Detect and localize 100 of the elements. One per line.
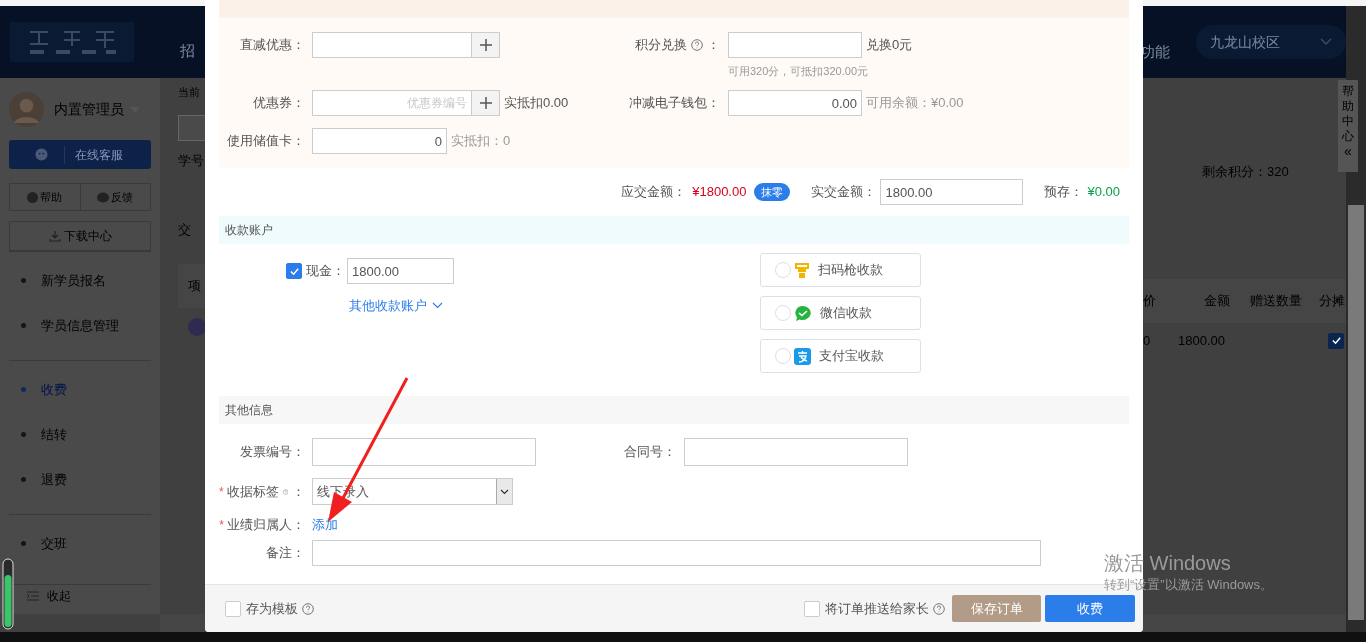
check-icon bbox=[288, 265, 300, 277]
section-title: 收款账户 bbox=[225, 222, 273, 239]
field-label: 使用储值卡： bbox=[226, 132, 305, 151]
required-mark: * bbox=[219, 517, 224, 534]
tab[interactable]: 交 bbox=[178, 220, 205, 240]
invoice-field[interactable] bbox=[312, 438, 536, 466]
remaining-points: 剩余积分：320 bbox=[1202, 163, 1290, 181]
option-label: 扫码枪收款 bbox=[818, 261, 883, 280]
chevron-down-icon bbox=[1320, 38, 1332, 46]
template-checkbox[interactable] bbox=[225, 600, 241, 617]
check-icon bbox=[1330, 335, 1342, 346]
help-center-tab[interactable]: 帮助中心 « bbox=[1338, 80, 1358, 172]
field-label: 发票编号： bbox=[239, 443, 305, 462]
stored-card-field[interactable]: 0 bbox=[312, 128, 447, 154]
prepay-amount: ¥0.00 bbox=[1087, 183, 1120, 202]
field-label: 积分兑换 bbox=[635, 36, 687, 55]
payment-option[interactable]: 支付宝收款 bbox=[760, 339, 921, 373]
menu-item[interactable]: 交班 bbox=[9, 521, 151, 566]
feedback-button[interactable]: 反馈 bbox=[80, 184, 150, 210]
round-off-button[interactable]: 抹零 bbox=[754, 183, 791, 201]
help-icon[interactable] bbox=[691, 39, 703, 51]
exchange-text: 兑换0元 bbox=[866, 36, 913, 55]
table-cell-text: 1800.00 bbox=[1178, 331, 1225, 350]
other-accounts-link[interactable]: 其他收款账户 bbox=[349, 296, 443, 316]
column-header: 分摊 bbox=[1318, 291, 1345, 310]
level-meter-icon bbox=[2, 558, 14, 630]
face-icon bbox=[35, 148, 48, 161]
payment-option[interactable]: 微信收款 bbox=[760, 296, 921, 330]
collapse-button[interactable]: 收起 bbox=[27, 586, 71, 605]
add-button[interactable] bbox=[472, 32, 500, 58]
download-center-button[interactable]: 下载中心 bbox=[9, 221, 151, 251]
push-checkbox[interactable] bbox=[804, 600, 820, 617]
course-icon bbox=[188, 317, 205, 336]
points-hint: 可用320分，可抵扣320.00元 bbox=[728, 64, 869, 77]
menu-item[interactable]: 结转 bbox=[9, 412, 151, 457]
plus-icon bbox=[478, 38, 493, 52]
field-label: ： bbox=[292, 482, 305, 501]
avatar bbox=[9, 92, 44, 127]
remark-field[interactable] bbox=[312, 540, 1041, 566]
field-label: 学号 bbox=[178, 151, 205, 170]
balance-text: 可用余额：¥0.00 bbox=[866, 94, 964, 113]
deduction-text: 实抵扣：0 bbox=[451, 132, 511, 151]
cash-checkbox[interactable] bbox=[286, 263, 302, 279]
field-label: 业绩归属人： bbox=[227, 516, 305, 535]
menu-item[interactable]: 退费 bbox=[9, 457, 151, 502]
download-icon bbox=[48, 230, 61, 242]
column-header: 价 bbox=[1143, 291, 1157, 310]
field-label: 合同号： bbox=[623, 443, 676, 462]
menu-item[interactable]: 收费 bbox=[9, 367, 151, 412]
field-label: 现金： bbox=[306, 262, 345, 281]
menu-item[interactable]: 新学员报名 bbox=[9, 258, 151, 303]
nav-item[interactable]: 招 bbox=[180, 39, 195, 63]
due-amount: ¥1800.00 bbox=[692, 183, 747, 202]
save-order-button[interactable]: 保存订单 bbox=[952, 595, 1041, 622]
help-icon[interactable] bbox=[302, 602, 314, 615]
option-label: 支付宝收款 bbox=[819, 347, 884, 366]
add-link[interactable]: 添加 bbox=[312, 515, 338, 535]
discount-field[interactable] bbox=[312, 32, 472, 58]
paid-label: 实交金额： bbox=[811, 183, 877, 202]
split-checkbox[interactable] bbox=[1328, 332, 1344, 349]
paid-field[interactable]: 1800.00 bbox=[880, 179, 1024, 205]
chat-bubble-icon bbox=[794, 304, 812, 322]
help-icon[interactable] bbox=[933, 602, 945, 615]
points-field[interactable] bbox=[728, 32, 862, 58]
field-label: ： bbox=[707, 36, 720, 55]
field-label: 直减优惠： bbox=[239, 36, 305, 55]
menu-item[interactable]: 学员信息管理 bbox=[9, 303, 151, 348]
required-mark: * bbox=[219, 483, 224, 501]
chat-bubble-icon bbox=[97, 191, 110, 203]
column-header: 金额 bbox=[1203, 291, 1230, 310]
chevron-down-icon bbox=[500, 488, 509, 495]
help-icon bbox=[27, 191, 39, 203]
field-label: 冲减电子钱包： bbox=[628, 94, 720, 113]
help-button[interactable]: 帮助 bbox=[10, 184, 81, 210]
menu-icon bbox=[27, 590, 39, 601]
column-header: 赠送数量 bbox=[1249, 291, 1302, 310]
section-title: 其他信息 bbox=[225, 402, 273, 419]
field-label: 优惠券： bbox=[252, 94, 305, 113]
campus-select[interactable]: 九龙山校区 bbox=[1196, 25, 1346, 59]
table-cell-text: 0 bbox=[1143, 331, 1152, 350]
plus-icon bbox=[478, 96, 493, 110]
checkbox-label: 将订单推送给家长 bbox=[825, 599, 929, 618]
search-field[interactable] bbox=[178, 114, 205, 141]
user-name[interactable]: 内置管理员 bbox=[54, 99, 124, 120]
due-label: 应交金额： bbox=[621, 183, 687, 202]
deduction-text: 实抵扣0.00 bbox=[504, 94, 569, 113]
online-service-button[interactable]: 在线客服 bbox=[9, 140, 151, 169]
scanner-icon bbox=[794, 261, 810, 279]
cash-field[interactable]: 1800.00 bbox=[347, 258, 454, 284]
option-label: 微信收款 bbox=[820, 304, 872, 323]
payment-option[interactable]: 扫码枪收款 bbox=[760, 253, 921, 287]
field-label: 收据标签 bbox=[226, 482, 279, 501]
wallet-field[interactable]: 0.00 bbox=[728, 90, 862, 116]
scrollbar-thumb[interactable] bbox=[1348, 205, 1364, 620]
prepay-label: 预存： bbox=[1044, 183, 1084, 202]
add-button[interactable] bbox=[472, 90, 500, 116]
contract-field[interactable] bbox=[684, 438, 908, 466]
chevron-down-icon bbox=[432, 302, 443, 310]
table-header: 项 bbox=[178, 263, 205, 308]
charge-button[interactable]: 收费 bbox=[1045, 595, 1135, 622]
